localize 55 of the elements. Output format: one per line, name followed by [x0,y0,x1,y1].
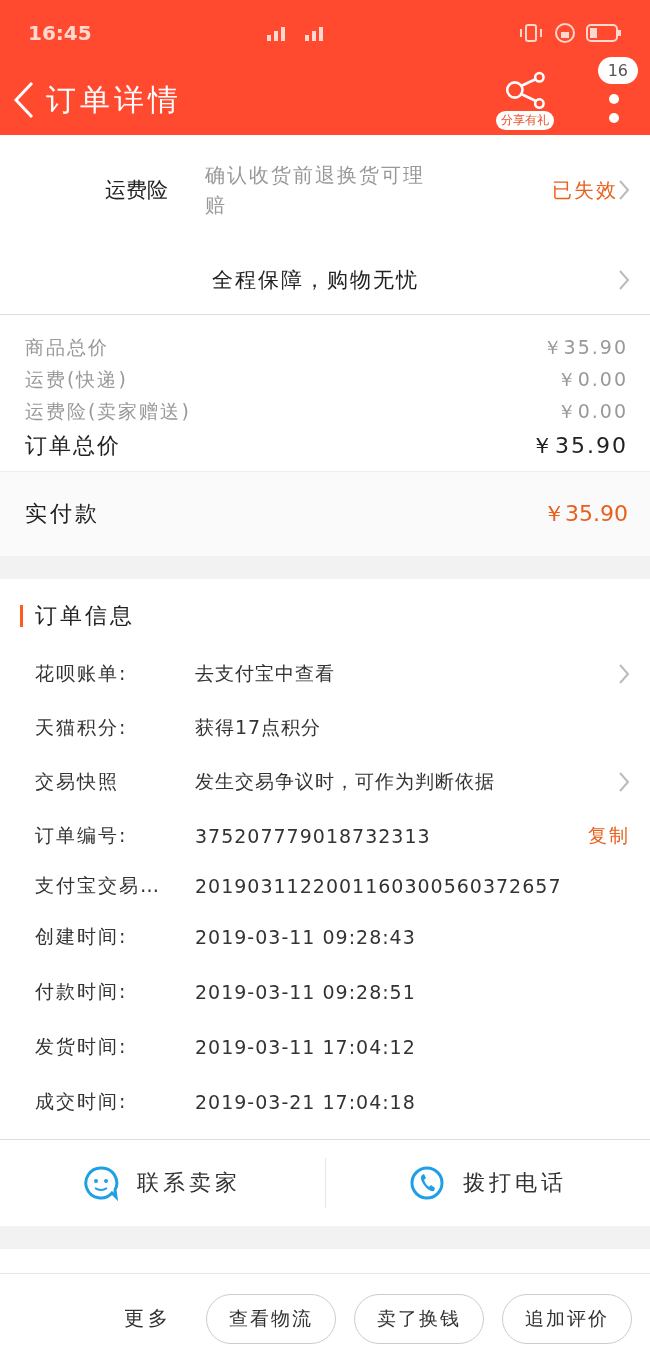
paid-label: 实付款 [25,500,100,528]
share-label: 分享有礼 [496,110,554,130]
info-value: 2019-03-11 09:28:43 [195,925,417,948]
insurance-label: 运费险 [105,177,169,204]
guarantee-text: 全程保障，购物无忧 [212,266,420,294]
insurance-status: 已失效 [552,176,618,204]
action-button[interactable]: 查看物流 [206,1294,336,1344]
info-value: 2019031122001160300560372657 [195,875,563,897]
contact-button[interactable]: 拨打电话 [462,1168,567,1198]
chevron-icon [618,771,630,793]
price-value: ￥35.90 [531,432,628,460]
phone-icon [408,1165,445,1201]
chevron-icon [618,179,630,201]
status-time: 16:45 [28,20,92,45]
info-label: 创建时间: [35,923,129,949]
info-label: 花呗账单: [35,661,129,686]
info-label: 天猫积分: [35,715,129,740]
vibrate-icon [518,22,544,43]
contact-button[interactable]: 联系卖家 [137,1168,242,1198]
back-icon[interactable] [12,80,36,120]
notification-badge: 16 [597,57,638,84]
action-button[interactable]: 卖了换钱 [354,1294,484,1344]
price-label: 运费险(卖家赠送) [25,399,191,424]
price-label: 运费(快递) [25,367,128,392]
price-value: ￥35.90 [542,335,628,360]
share-icon[interactable] [503,70,547,109]
info-label: 付款时间: [35,978,129,1004]
info-label: 成交时间: [35,1088,129,1114]
info-label: 订单编号: [35,823,129,848]
more-label[interactable]: 更多 [124,1304,172,1332]
page-title: 订单详情 [46,80,183,119]
info-value: 2019-03-11 09:28:51 [195,980,417,1003]
more-icon[interactable] [608,91,620,125]
section-title: 订单信息 [35,602,135,630]
battery-icon [586,22,622,43]
paid-amount: ￥35.90 [543,500,628,528]
chevron-icon [618,268,630,291]
info-label: 交易快照 [35,769,120,794]
info-label: 发货时间: [35,1033,129,1059]
info-value: 375207779018732313 [195,825,432,847]
chevron-icon [618,663,630,685]
lock-rotation-icon [554,21,576,44]
chat-icon [83,1165,120,1201]
action-button[interactable]: 追加评价 [502,1294,632,1344]
price-label: 商品总价 [25,335,109,360]
info-value: 发生交易争议时，可作为判断依据 [195,769,496,794]
price-value: ￥0.00 [556,367,628,392]
info-label: 支付宝交易… [35,873,162,898]
info-value: 去支付宝中查看 [195,661,336,686]
insurance-description: 确认收货前退换货可理赔 [205,162,426,219]
info-value: 2019-03-11 17:04:12 [195,1035,417,1058]
price-label: 订单总价 [25,432,121,460]
info-value: 2019-03-21 17:04:18 [195,1090,417,1113]
info-value: 获得17点积分 [195,715,323,740]
price-value: ￥0.00 [556,399,628,424]
